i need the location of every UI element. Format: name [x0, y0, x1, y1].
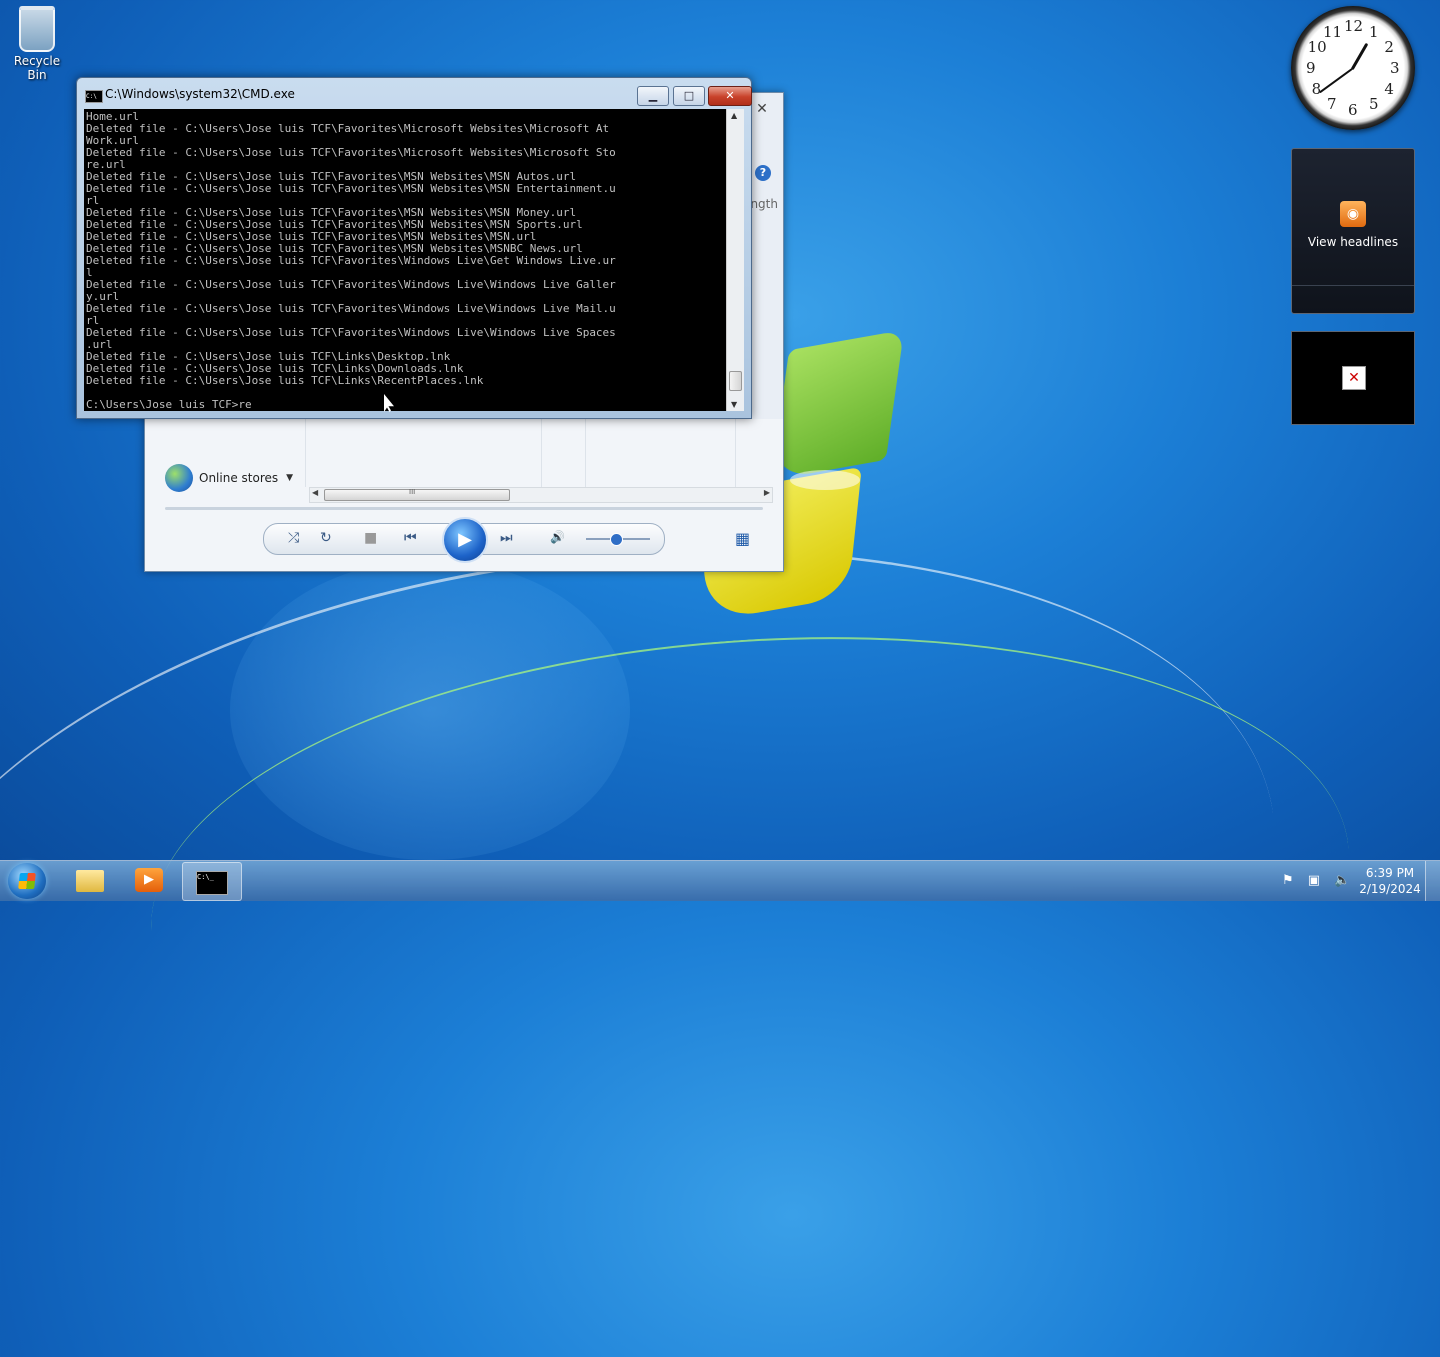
shuffle-button[interactable]: ⤮	[288, 530, 299, 546]
window-title: C:\Windows\system32\CMD.exe	[105, 87, 295, 101]
console-text: Home.url Deleted file - C:\Users\Jose lu…	[86, 110, 616, 411]
clock-number: 12	[1344, 17, 1364, 35]
scroll-left-icon[interactable]: ◀	[312, 488, 318, 497]
clock-number: 4	[1384, 80, 1394, 98]
maximize-button[interactable]: □	[673, 86, 705, 106]
taskbar-date: 2/19/2024	[1359, 882, 1421, 896]
volume-slider-knob[interactable]	[610, 533, 623, 546]
taskbar-item-windows-explorer[interactable]	[60, 862, 118, 899]
scroll-grip: III	[409, 488, 416, 496]
cmd-window[interactable]: C:\ C:\Windows\system32\CMD.exe ▁ □ ✕ Ho…	[76, 77, 752, 419]
media-player-close-button[interactable]: ✕	[753, 101, 771, 117]
clock-number: 7	[1327, 95, 1337, 114]
vertical-scrollbar[interactable]: ▲ ▼	[726, 109, 744, 411]
clock-number: 2	[1384, 38, 1394, 56]
clock-number: 8	[1311, 80, 1322, 98]
clock-minute-hand	[1319, 68, 1353, 94]
clock-number: 3	[1390, 59, 1400, 77]
scrollbar-thumb[interactable]: III	[324, 488, 510, 501]
play-button[interactable]: ▶	[442, 517, 488, 563]
taskbar-item-cmd[interactable]: C:\_	[182, 862, 242, 901]
desktop-icon-recycle-bin[interactable]: Recycle Bin	[4, 6, 70, 82]
feed-headlines-gadget[interactable]: ◉ View headlines	[1291, 148, 1415, 314]
help-icon[interactable]: ?	[755, 165, 771, 181]
volume-muted-icon[interactable]: 🔈	[1334, 873, 1350, 888]
online-stores-label: Online stores	[199, 471, 279, 485]
media-player-columns	[305, 419, 775, 487]
stop-button[interactable]: ■	[364, 530, 377, 546]
previous-button[interactable]: ⏮	[404, 530, 417, 546]
playback-controls: ⤮ ↻ ■ ⏮ ▶ ⏭ 🔊	[263, 517, 665, 563]
scroll-up-icon[interactable]: ▲	[731, 111, 737, 120]
horizontal-scrollbar[interactable]: ◀ III ▶	[309, 487, 773, 503]
windows-logo-icon	[18, 873, 36, 889]
close-button[interactable]: ✕	[708, 86, 752, 106]
console-output[interactable]: Home.url Deleted file - C:\Users\Jose lu…	[84, 109, 726, 411]
taskbar-time: 6:39 PM	[1365, 866, 1415, 880]
clock-number: 5	[1369, 95, 1379, 114]
taskbar: ▶ C:\_ ⚑ ▣ 🔈 6:39 PM 2/19/2024	[0, 860, 1440, 901]
clock-number: 6	[1348, 101, 1358, 119]
clock-number: 9	[1306, 59, 1316, 77]
taskbar-clock[interactable]: 6:39 PM 2/19/2024	[1350, 865, 1430, 897]
scrollbar-thumb[interactable]	[729, 371, 742, 391]
broken-image-icon: ✕	[1342, 366, 1366, 390]
switch-to-now-playing-button[interactable]: ▦	[735, 529, 750, 548]
media-player-icon: ▶	[135, 868, 163, 892]
cmd-icon: C:\_	[196, 871, 228, 895]
seek-bar[interactable]	[165, 507, 763, 510]
view-headlines-label[interactable]: View headlines	[1292, 235, 1414, 249]
clock-number: 1	[1369, 22, 1379, 41]
folder-icon	[76, 870, 104, 892]
clock-number: 11	[1323, 22, 1343, 41]
recycle-bin-icon	[19, 6, 55, 52]
length-column-header[interactable]: ngth	[750, 197, 778, 211]
rss-icon: ◉	[1340, 201, 1366, 227]
globe-icon	[165, 464, 193, 492]
clock-hour-hand	[1350, 42, 1369, 71]
scroll-right-icon[interactable]: ▶	[764, 488, 770, 497]
taskbar-item-windows-media-player[interactable]: ▶	[121, 862, 179, 899]
next-button[interactable]: ⏭	[500, 530, 513, 546]
show-desktop-button[interactable]	[1425, 861, 1440, 901]
broken-gadget[interactable]: ✕	[1291, 331, 1415, 425]
flag-icon[interactable]: ⚑	[1282, 873, 1294, 888]
minimize-button[interactable]: ▁	[637, 86, 669, 106]
clock-gadget[interactable]: 12 1 2 3 4 5 6 7 8 9 10 11	[1291, 6, 1415, 130]
start-button[interactable]	[8, 863, 46, 899]
scroll-down-icon[interactable]: ▼	[731, 400, 737, 409]
mute-button[interactable]: 🔊	[550, 530, 565, 544]
system-tray: ⚑ ▣ 🔈	[1282, 873, 1360, 888]
network-icon[interactable]: ▣	[1308, 873, 1320, 888]
desktop-icon-label: Recycle Bin	[13, 54, 61, 82]
online-stores-dropdown[interactable]: Online stores ▼	[165, 463, 293, 493]
clock-number: 10	[1307, 38, 1327, 56]
repeat-button[interactable]: ↻	[320, 530, 332, 546]
chevron-down-icon: ▼	[286, 473, 294, 483]
cmd-icon: C:\	[85, 90, 103, 103]
